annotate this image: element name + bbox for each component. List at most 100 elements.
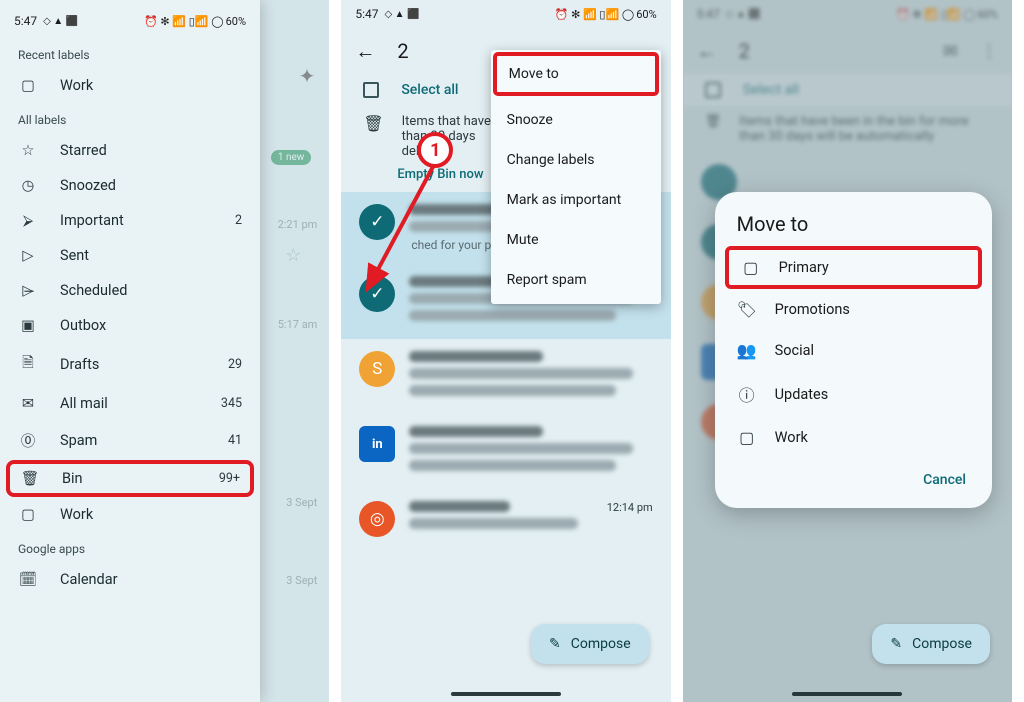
menu-mark-important[interactable]: Mark as important <box>491 180 661 220</box>
mail-time: 12:14 pm <box>607 501 653 514</box>
status-bar: 5:47◇ ▲ ⬛ ⏰ ✻ 📶 ▯📶 ◯60% <box>0 4 260 38</box>
compose-label: Compose <box>912 636 972 652</box>
back-button[interactable]: ← <box>355 39 375 64</box>
nav-drawer: 5:47◇ ▲ ⬛ ⏰ ✻ 📶 ▯📶 ◯60% Recent labels ▢ … <box>0 0 260 702</box>
label-icon: ▢ <box>18 506 38 523</box>
label-icon: ▢ <box>737 428 757 447</box>
count: 2 <box>235 213 242 228</box>
section-recent: Recent labels <box>0 38 260 68</box>
sidebar-item-important[interactable]: ⮚ Important 2 <box>0 203 260 238</box>
avatar: in <box>359 426 395 462</box>
sidebar-item-work2[interactable]: ▢Work <box>0 497 260 532</box>
label: Sent <box>60 247 89 264</box>
sidebar-item-outbox[interactable]: ▣Outbox <box>0 308 260 343</box>
menu-change-labels[interactable]: Change labels <box>491 140 661 180</box>
menu-move-to[interactable]: Move to <box>493 52 659 96</box>
status-icons: ⏰ ✻ 📶 ▯📶 ◯ <box>555 8 635 21</box>
menu-snooze[interactable]: Snooze <box>491 100 661 140</box>
pencil-icon: ✎ <box>549 636 561 652</box>
menu-report-spam[interactable]: Report spam <box>491 260 661 300</box>
option-label: Work <box>775 429 808 446</box>
menu-mute[interactable]: Mute <box>491 220 661 260</box>
sidebar-item-drafts[interactable]: 🗎Drafts29 <box>0 343 260 386</box>
send-icon: ▷ <box>18 247 38 264</box>
section-google: Google apps <box>0 532 260 562</box>
battery: 60% <box>226 15 246 28</box>
cancel-button[interactable]: Cancel <box>719 458 988 502</box>
option-primary[interactable]: ▢ Primary <box>725 246 982 289</box>
status-bar: 5:47◇ ▲ ⬛ ⏰ ✻ 📶 ▯📶 ◯60% <box>341 0 670 28</box>
sidebar-item-sent[interactable]: ▷ Sent <box>0 238 260 273</box>
option-updates[interactable]: ⓘ Updates <box>719 371 988 417</box>
sidebar-item-scheduled[interactable]: ▷̶ Scheduled <box>0 273 260 308</box>
annotation-arrow <box>363 155 453 305</box>
selection-count: 2 <box>397 39 408 63</box>
option-label: Social <box>775 342 814 359</box>
overflow-menu: Move to Snooze Change labels Mark as imp… <box>491 50 661 304</box>
compose-button[interactable]: ✎ Compose <box>872 624 990 664</box>
star-icon: ☆ <box>18 142 38 159</box>
sidebar-item-bin[interactable]: 🗑 Bin 99+ <box>6 460 254 497</box>
label: Work <box>60 77 93 94</box>
sidebar-item-allmail[interactable]: ✉All mail345 <box>0 386 260 421</box>
option-work[interactable]: ▢ Work <box>719 417 988 458</box>
option-promotions[interactable]: 🏷 Promotions <box>719 289 988 330</box>
screen-move-dialog: 5:47◇ ▲ ⬛ ⏰ ✻ 📶 ▯📶 ◯60% ← 2 ✉⋮ Select al… <box>683 0 1024 702</box>
label: Bin <box>62 470 83 487</box>
sidebar-item-starred[interactable]: ☆Starred <box>0 133 260 168</box>
compose-label: Compose <box>571 636 631 652</box>
sidebar-item-work[interactable]: ▢ Work <box>0 68 260 103</box>
info-icon: ⓘ <box>737 382 757 406</box>
spam-icon: ⓪ <box>18 430 38 451</box>
trash-icon: 🗑 <box>20 470 40 487</box>
battery: 60% <box>636 8 656 21</box>
option-social[interactable]: 👥 Social <box>719 330 988 371</box>
home-indicator <box>451 692 561 696</box>
avatar: S <box>359 351 395 387</box>
label: Snoozed <box>60 177 116 194</box>
inbox-icon: ▢ <box>741 258 761 277</box>
option-label: Primary <box>779 259 829 276</box>
sidebar-item-calendar[interactable]: 🗓 Calendar <box>0 562 260 597</box>
clock: 5:47 <box>355 7 378 21</box>
clock: 5:47 <box>14 14 37 28</box>
calendar-icon: 🗓 <box>18 571 38 588</box>
checkbox-icon[interactable] <box>363 82 379 98</box>
option-label: Updates <box>775 386 829 403</box>
sidebar-item-snoozed[interactable]: ◷ Snoozed <box>0 168 260 203</box>
avatar: ◎ <box>359 501 395 537</box>
option-label: Promotions <box>775 301 850 318</box>
mail-row[interactable]: S <box>341 339 670 414</box>
label: Important <box>60 212 124 229</box>
pencil-icon: ✎ <box>890 636 902 652</box>
screen-sidebar: ✦ 1 new ☆ 2:21 pm 5:17 am 3 Sept 3 Sept … <box>0 0 341 702</box>
move-to-dialog: Move to ▢ Primary 🏷 Promotions 👥 Social … <box>715 192 992 508</box>
section-all: All labels <box>0 103 260 133</box>
trash-icon: 🗑 <box>363 114 383 159</box>
sidebar-item-spam[interactable]: ⓪ Spam 41 <box>0 421 260 460</box>
screen-bin-menu: 5:47◇ ▲ ⬛ ⏰ ✻ 📶 ▯📶 ◯60% ← 2 Select all 🗑… <box>341 0 682 702</box>
count: 29 <box>228 357 242 372</box>
count: 99+ <box>219 471 240 486</box>
label: Scheduled <box>60 282 127 299</box>
select-all-label: Select all <box>401 82 458 98</box>
label: Outbox <box>60 317 106 334</box>
compose-button[interactable]: ✎ Compose <box>531 624 649 664</box>
mail-row[interactable]: ◎ 12:14 pm <box>341 489 670 549</box>
count: 345 <box>221 396 242 411</box>
label: All mail <box>60 395 108 412</box>
draft-icon: 🗎 <box>18 352 38 377</box>
schedule-icon: ▷̶ <box>18 282 38 299</box>
tag-icon: 🏷 <box>737 300 757 319</box>
label-icon: ▢ <box>18 77 38 94</box>
people-icon: 👥 <box>737 341 757 360</box>
label: Spam <box>60 432 97 449</box>
dialog-title: Move to <box>719 210 988 246</box>
star-icon: ✦ <box>299 64 316 88</box>
mail-row[interactable]: in <box>341 414 670 489</box>
important-icon: ⮚ <box>18 212 38 229</box>
clock-icon: ◷ <box>18 177 38 194</box>
status-icons: ⏰ ✻ 📶 ▯📶 ◯ <box>144 15 224 28</box>
count: 41 <box>228 433 242 448</box>
label: Calendar <box>60 571 118 588</box>
